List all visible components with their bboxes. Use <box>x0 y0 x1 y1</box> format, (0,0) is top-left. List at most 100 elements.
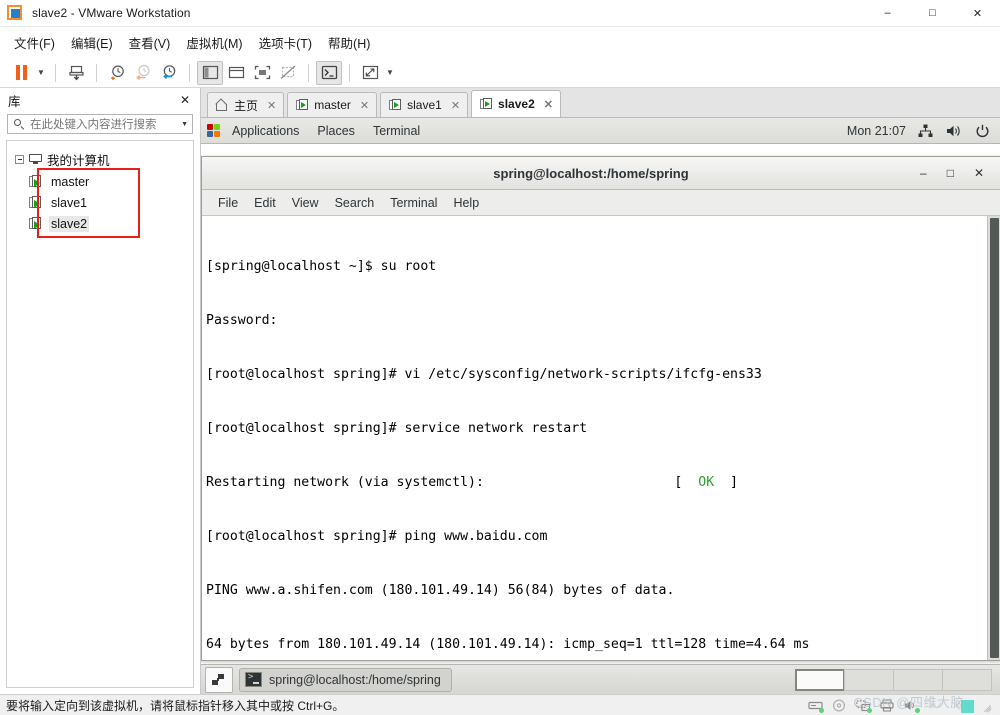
printer-icon[interactable] <box>880 698 895 712</box>
menu-view[interactable]: 查看(V) <box>121 29 179 56</box>
workspace-switcher-button[interactable] <box>205 666 233 693</box>
terminal-line: [root@localhost spring]# ping www.baidu.… <box>206 529 548 544</box>
tab-slave1[interactable]: slave1 ✕ <box>380 92 469 117</box>
main-split: 库 ✕ 在此处键入内容进行搜索 ▼ 我的计算机 master slave1 sl… <box>0 88 1000 694</box>
tab-label: 主页 <box>234 98 259 113</box>
workspace-4[interactable] <box>942 668 992 691</box>
send-ctrl-alt-del-button[interactable] <box>63 61 89 85</box>
minimize-button[interactable]: – <box>865 0 910 26</box>
search-placeholder: 在此处键入内容进行搜索 <box>30 119 157 131</box>
terminal-prompt-icon <box>321 65 337 80</box>
terminal-menu[interactable]: Terminal <box>364 124 429 138</box>
menu-edit[interactable]: 编辑(E) <box>63 29 121 56</box>
tab-slave2[interactable]: slave2 ✕ <box>471 90 561 117</box>
search-input[interactable]: 在此处键入内容进行搜索 ▼ <box>7 114 193 134</box>
collapse-icon[interactable] <box>15 154 24 164</box>
library-header: 库 ✕ <box>0 88 200 112</box>
tab-strip: 主页 ✕ master ✕ slave1 ✕ slave2 ✕ <box>201 88 1000 118</box>
library-search-row: 在此处键入内容进行搜索 ▼ <box>0 112 200 138</box>
terminal-line: [spring@localhost ~]$ su root <box>206 259 437 274</box>
workspace-3[interactable] <box>893 668 943 691</box>
fullscreen-button[interactable] <box>249 61 275 85</box>
terminal-menu-view[interactable]: View <box>284 194 327 212</box>
tab-master[interactable]: master ✕ <box>287 92 378 117</box>
terminal-menu-edit[interactable]: Edit <box>246 194 284 212</box>
revert-snapshot-button[interactable] <box>130 61 156 85</box>
manage-snapshots-button[interactable] <box>156 61 182 85</box>
tab-close-icon[interactable]: ✕ <box>451 99 460 112</box>
search-dropdown-icon[interactable]: ▼ <box>177 121 188 128</box>
power-icon[interactable] <box>975 124 990 138</box>
terminal-menu-help[interactable]: Help <box>445 194 487 212</box>
terminal-menu-terminal[interactable]: Terminal <box>382 194 445 212</box>
pause-icon <box>15 65 27 80</box>
sound-card-icon[interactable] <box>904 699 920 713</box>
pause-dropdown[interactable]: ▼ <box>34 61 48 85</box>
network-adapter-icon[interactable] <box>856 699 872 713</box>
close-button[interactable]: ✕ <box>955 0 1000 26</box>
menu-tabs[interactable]: 选项卡(T) <box>251 29 320 56</box>
stretch-dropdown[interactable]: ▼ <box>383 61 397 85</box>
vm-item-slave2[interactable]: slave2 <box>29 213 193 234</box>
maximize-button[interactable]: □ <box>910 0 955 26</box>
taskbar-item-label: spring@localhost:/home/spring <box>269 672 441 687</box>
terminal-line: 64 bytes from 180.101.49.14 (180.101.49.… <box>206 637 810 652</box>
hard-disk-icon[interactable] <box>808 699 824 713</box>
console-view-button[interactable] <box>316 60 342 85</box>
usb-icon[interactable] <box>928 699 943 712</box>
unity-mode-button[interactable] <box>275 61 301 85</box>
window-titlebar: slave2 - VMware Workstation – □ ✕ <box>0 0 1000 27</box>
vm-console: 主页 ✕ master ✕ slave1 ✕ slave2 ✕ Applicat… <box>201 88 1000 694</box>
toolbar-separator <box>189 63 190 82</box>
menu-file[interactable]: 文件(F) <box>6 29 63 56</box>
volume-icon[interactable] <box>946 124 962 138</box>
terminal-title: spring@localhost:/home/spring <box>493 165 689 181</box>
terminal-output: [spring@localhost ~]$ su root Password: … <box>202 216 1000 660</box>
window-controls: – □ ✕ <box>865 0 1000 26</box>
workspace-1[interactable] <box>795 668 845 691</box>
vm-item-master[interactable]: master <box>29 171 193 192</box>
tab-close-icon[interactable]: ✕ <box>544 98 553 111</box>
send-keys-icon <box>68 65 84 81</box>
resize-grip[interactable] <box>982 699 994 713</box>
clock[interactable]: Mon 21:07 <box>847 124 918 138</box>
terminal-menu-file[interactable]: File <box>210 194 246 212</box>
terminal-body[interactable]: [spring@localhost ~]$ su root Password: … <box>202 216 1000 660</box>
menu-help[interactable]: 帮助(H) <box>320 29 378 56</box>
close-library-icon[interactable]: ✕ <box>178 93 192 107</box>
terminal-maximize-button[interactable]: □ <box>947 167 954 179</box>
menu-vm[interactable]: 虚拟机(M) <box>178 29 250 56</box>
tree-root-my-computer[interactable]: 我的计算机 <box>7 149 193 169</box>
applications-menu[interactable]: Applications <box>223 124 308 138</box>
vm-item-slave1[interactable]: slave1 <box>29 192 193 213</box>
tab-home[interactable]: 主页 ✕ <box>207 92 285 117</box>
search-icon <box>14 118 25 130</box>
show-thumbnail-bar-button[interactable] <box>223 61 249 85</box>
terminal-close-button[interactable]: ✕ <box>974 167 984 179</box>
scrollbar-thumb[interactable] <box>990 218 999 658</box>
cd-dvd-icon[interactable] <box>832 698 847 712</box>
terminal-menubar: File Edit View Search Terminal Help <box>202 190 1000 216</box>
workspace-pager <box>795 668 996 691</box>
show-library-button[interactable] <box>197 60 223 85</box>
terminal-line: Password: <box>206 313 278 328</box>
unity-mode-icon <box>280 65 295 79</box>
workspace-2[interactable] <box>844 668 894 691</box>
terminal-minimize-button[interactable]: – <box>920 167 927 179</box>
terminal-scrollbar[interactable] <box>987 216 1000 660</box>
tab-close-icon[interactable]: ✕ <box>267 99 276 112</box>
vm-powered-icon <box>29 196 43 209</box>
stretch-view-button[interactable] <box>357 61 383 85</box>
tab-close-icon[interactable]: ✕ <box>360 99 369 112</box>
library-title: 库 <box>8 94 21 109</box>
vm-item-label: master <box>51 174 90 189</box>
pause-vm-button[interactable] <box>8 61 34 85</box>
take-snapshot-button[interactable] <box>104 61 130 85</box>
taskbar-item-terminal[interactable]: spring@localhost:/home/spring <box>239 667 452 692</box>
network-icon[interactable] <box>918 124 933 138</box>
library-tree: 我的计算机 master slave1 slave2 <box>6 140 194 688</box>
terminal-menu-search[interactable]: Search <box>327 194 383 212</box>
guest-desktop: spring@localhost:/home/spring – □ ✕ File… <box>201 144 1000 664</box>
vm-powered-icon <box>296 99 309 111</box>
places-menu[interactable]: Places <box>308 124 364 138</box>
